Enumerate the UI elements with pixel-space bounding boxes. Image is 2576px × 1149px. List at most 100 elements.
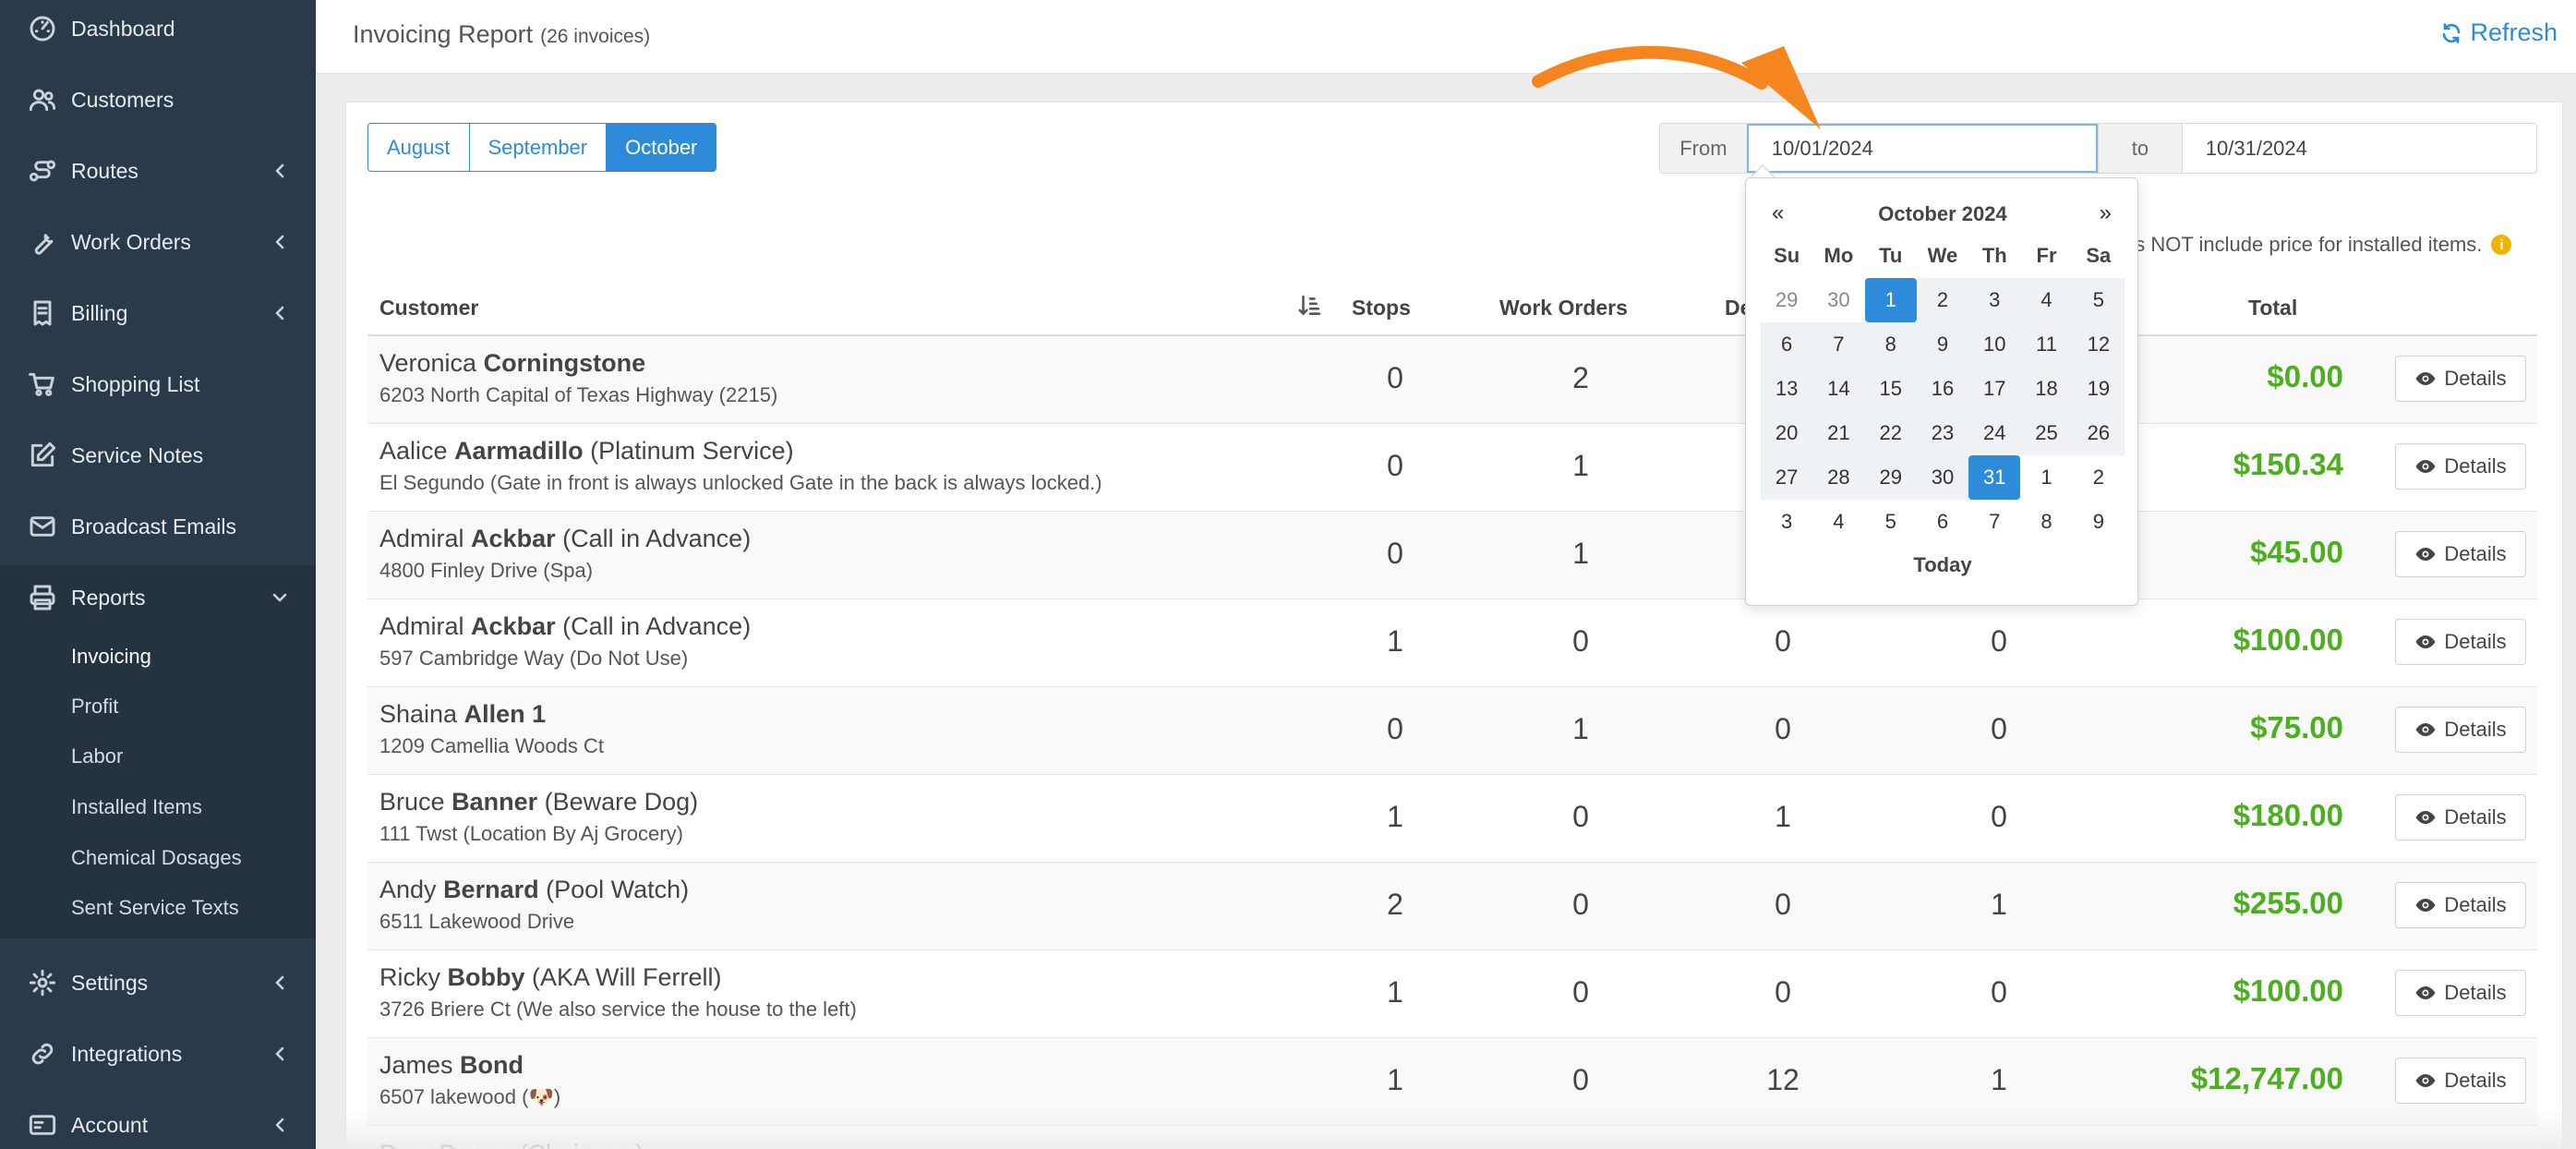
sidebar-subitem-sent-service-texts[interactable]: Sent Service Texts — [71, 896, 239, 920]
day-cell[interactable]: 3 — [1761, 500, 1812, 544]
details-button[interactable]: Details — [2395, 619, 2526, 665]
day-cell[interactable]: 29 — [1864, 455, 1917, 500]
customer-name[interactable]: Aalice Aarmadillo (Platinum Service) — [379, 437, 1102, 466]
details-button[interactable]: Details — [2395, 707, 2526, 753]
day-cell[interactable]: 26 — [2072, 411, 2125, 455]
day-cell[interactable]: 5 — [1865, 500, 1917, 544]
day-cell[interactable]: 6 — [1761, 322, 1813, 367]
day-cell[interactable]: 21 — [1812, 411, 1865, 455]
sidebar-item-customers[interactable]: Customers — [0, 72, 316, 127]
sidebar-subitem-labor[interactable]: Labor — [71, 744, 123, 768]
details-button[interactable]: Details — [2395, 443, 2526, 490]
day-cell[interactable]: 30 — [1812, 278, 1864, 322]
sort-icon[interactable] — [1297, 294, 1321, 318]
customer-name[interactable]: Ricky Bobby (AKA Will Ferrell) — [379, 963, 857, 992]
info-icon[interactable]: i — [2491, 235, 2512, 255]
table-row-partial[interactable]: Dam Damm (Chairman) — [367, 1127, 2537, 1149]
day-cell[interactable]: 5 — [2072, 278, 2125, 322]
month-button-september[interactable]: September — [469, 123, 608, 172]
column-header-customer[interactable]: Customer — [379, 296, 478, 321]
datepicker-title[interactable]: October 2024 — [1746, 202, 2139, 226]
column-header-stops[interactable]: Stops — [1352, 296, 1411, 321]
day-cell[interactable]: 9 — [1916, 322, 1969, 367]
day-cell-selected-end[interactable]: 31 — [1968, 455, 2021, 500]
day-cell[interactable]: 20 — [1761, 411, 1813, 455]
day-cell[interactable]: 24 — [1968, 411, 2021, 455]
table-row[interactable]: Bruce Banner (Beware Dog) 111 Twst (Loca… — [367, 775, 2537, 863]
details-button[interactable]: Details — [2395, 794, 2526, 841]
day-cell[interactable]: 4 — [2020, 278, 2073, 322]
day-cell[interactable]: 18 — [2020, 367, 2073, 411]
day-cell[interactable]: 11 — [2020, 322, 2073, 367]
sidebar-item-shopping-list[interactable]: Shopping List — [0, 357, 316, 412]
day-cell[interactable]: 3 — [1968, 278, 2021, 322]
table-row[interactable]: Andy Bernard (Pool Watch) 6511 Lakewood … — [367, 863, 2537, 950]
day-cell[interactable]: 19 — [2072, 367, 2125, 411]
customer-name[interactable]: Andy Bernard (Pool Watch) — [379, 876, 689, 904]
day-cell[interactable]: 22 — [1864, 411, 1917, 455]
sidebar-subitem-installed-items[interactable]: Installed Items — [71, 795, 202, 819]
month-button-october[interactable]: October — [607, 123, 717, 172]
table-row[interactable]: Ricky Bobby (AKA Will Ferrell) 3726 Brie… — [367, 950, 2537, 1038]
details-button[interactable]: Details — [2395, 356, 2526, 402]
day-cell[interactable]: 1 — [2020, 455, 2072, 500]
day-cell[interactable]: 23 — [1916, 411, 1969, 455]
refresh-button[interactable]: Refresh — [2440, 18, 2558, 47]
sidebar-item-service-notes[interactable]: Service Notes — [0, 428, 316, 483]
sidebar-item-routes[interactable]: Routes — [0, 143, 316, 199]
sidebar-item-dashboard[interactable]: Dashboard — [0, 1, 316, 56]
table-row[interactable]: Veronica Corningstone 6203 North Capital… — [367, 336, 2537, 424]
details-button[interactable]: Details — [2395, 1058, 2526, 1104]
sidebar-item-reports[interactable]: Reports — [0, 570, 316, 625]
table-row[interactable]: Admiral Ackbar (Call in Advance) 597 Cam… — [367, 599, 2537, 687]
sidebar-subitem-chemical-dosages[interactable]: Chemical Dosages — [71, 846, 242, 870]
day-cell[interactable]: 7 — [1812, 322, 1865, 367]
sidebar-item-work-orders[interactable]: Work Orders — [0, 214, 316, 270]
day-cell[interactable]: 30 — [1916, 455, 1969, 500]
day-cell[interactable]: 10 — [1968, 322, 2021, 367]
customer-name[interactable]: Veronica Corningstone — [379, 349, 777, 378]
day-cell[interactable]: 2 — [2073, 455, 2125, 500]
datepicker-next-button[interactable]: » — [2100, 200, 2112, 226]
day-cell[interactable]: 16 — [1916, 367, 1969, 411]
customer-name[interactable]: Admiral Ackbar (Call in Advance) — [379, 612, 751, 641]
details-button[interactable]: Details — [2395, 970, 2526, 1016]
day-cell[interactable]: 12 — [2072, 322, 2125, 367]
table-row[interactable]: James Bond 6507 lakewood (🐶) 1 0 12 1 $1… — [367, 1038, 2537, 1126]
sidebar-item-settings[interactable]: Settings — [0, 955, 316, 1010]
sidebar-item-account[interactable]: Account — [0, 1097, 316, 1149]
day-cell[interactable]: 14 — [1812, 367, 1865, 411]
to-date-input[interactable] — [2182, 124, 2536, 173]
day-cell[interactable]: 8 — [1864, 322, 1917, 367]
day-cell[interactable]: 15 — [1864, 367, 1917, 411]
day-cell[interactable]: 13 — [1761, 367, 1813, 411]
table-row[interactable]: Admiral Ackbar (Call in Advance) 4800 Fi… — [367, 512, 2537, 599]
details-button[interactable]: Details — [2395, 531, 2526, 577]
customer-name[interactable]: Admiral Ackbar (Call in Advance) — [379, 525, 751, 553]
datepicker-today-button[interactable]: Today — [1746, 553, 2139, 577]
table-row[interactable]: Aalice Aarmadillo (Platinum Service) El … — [367, 424, 2537, 512]
day-cell[interactable]: 27 — [1761, 455, 1813, 500]
day-cell[interactable]: 28 — [1812, 455, 1865, 500]
day-cell[interactable]: 9 — [2073, 500, 2125, 544]
day-cell[interactable]: 4 — [1812, 500, 1864, 544]
month-button-august[interactable]: August — [367, 123, 470, 172]
day-cell[interactable]: 2 — [1916, 278, 1969, 322]
day-cell[interactable]: 17 — [1968, 367, 2021, 411]
details-button[interactable]: Details — [2395, 882, 2526, 928]
day-cell[interactable]: 25 — [2020, 411, 2073, 455]
day-cell[interactable]: 8 — [2020, 500, 2072, 544]
day-cell[interactable]: 7 — [1968, 500, 2020, 544]
sidebar-item-broadcast-emails[interactable]: Broadcast Emails — [0, 499, 316, 554]
column-header-total[interactable]: Total — [2248, 296, 2297, 321]
sidebar-item-billing[interactable]: Billing — [0, 285, 316, 341]
sidebar-item-integrations[interactable]: Integrations — [0, 1026, 316, 1082]
customer-name[interactable]: Shaina Allen 1 — [379, 700, 604, 729]
sidebar-subitem-profit[interactable]: Profit — [71, 695, 118, 719]
table-row[interactable]: Shaina Allen 1 1209 Camellia Woods Ct 0 … — [367, 687, 2537, 775]
day-cell-selected-start[interactable]: 1 — [1864, 278, 1917, 322]
column-header-work-orders[interactable]: Work Orders — [1499, 296, 1628, 321]
day-cell[interactable]: 29 — [1761, 278, 1812, 322]
customer-name[interactable]: Bruce Banner (Beware Dog) — [379, 788, 698, 816]
customer-name[interactable]: James Bond — [379, 1051, 560, 1080]
